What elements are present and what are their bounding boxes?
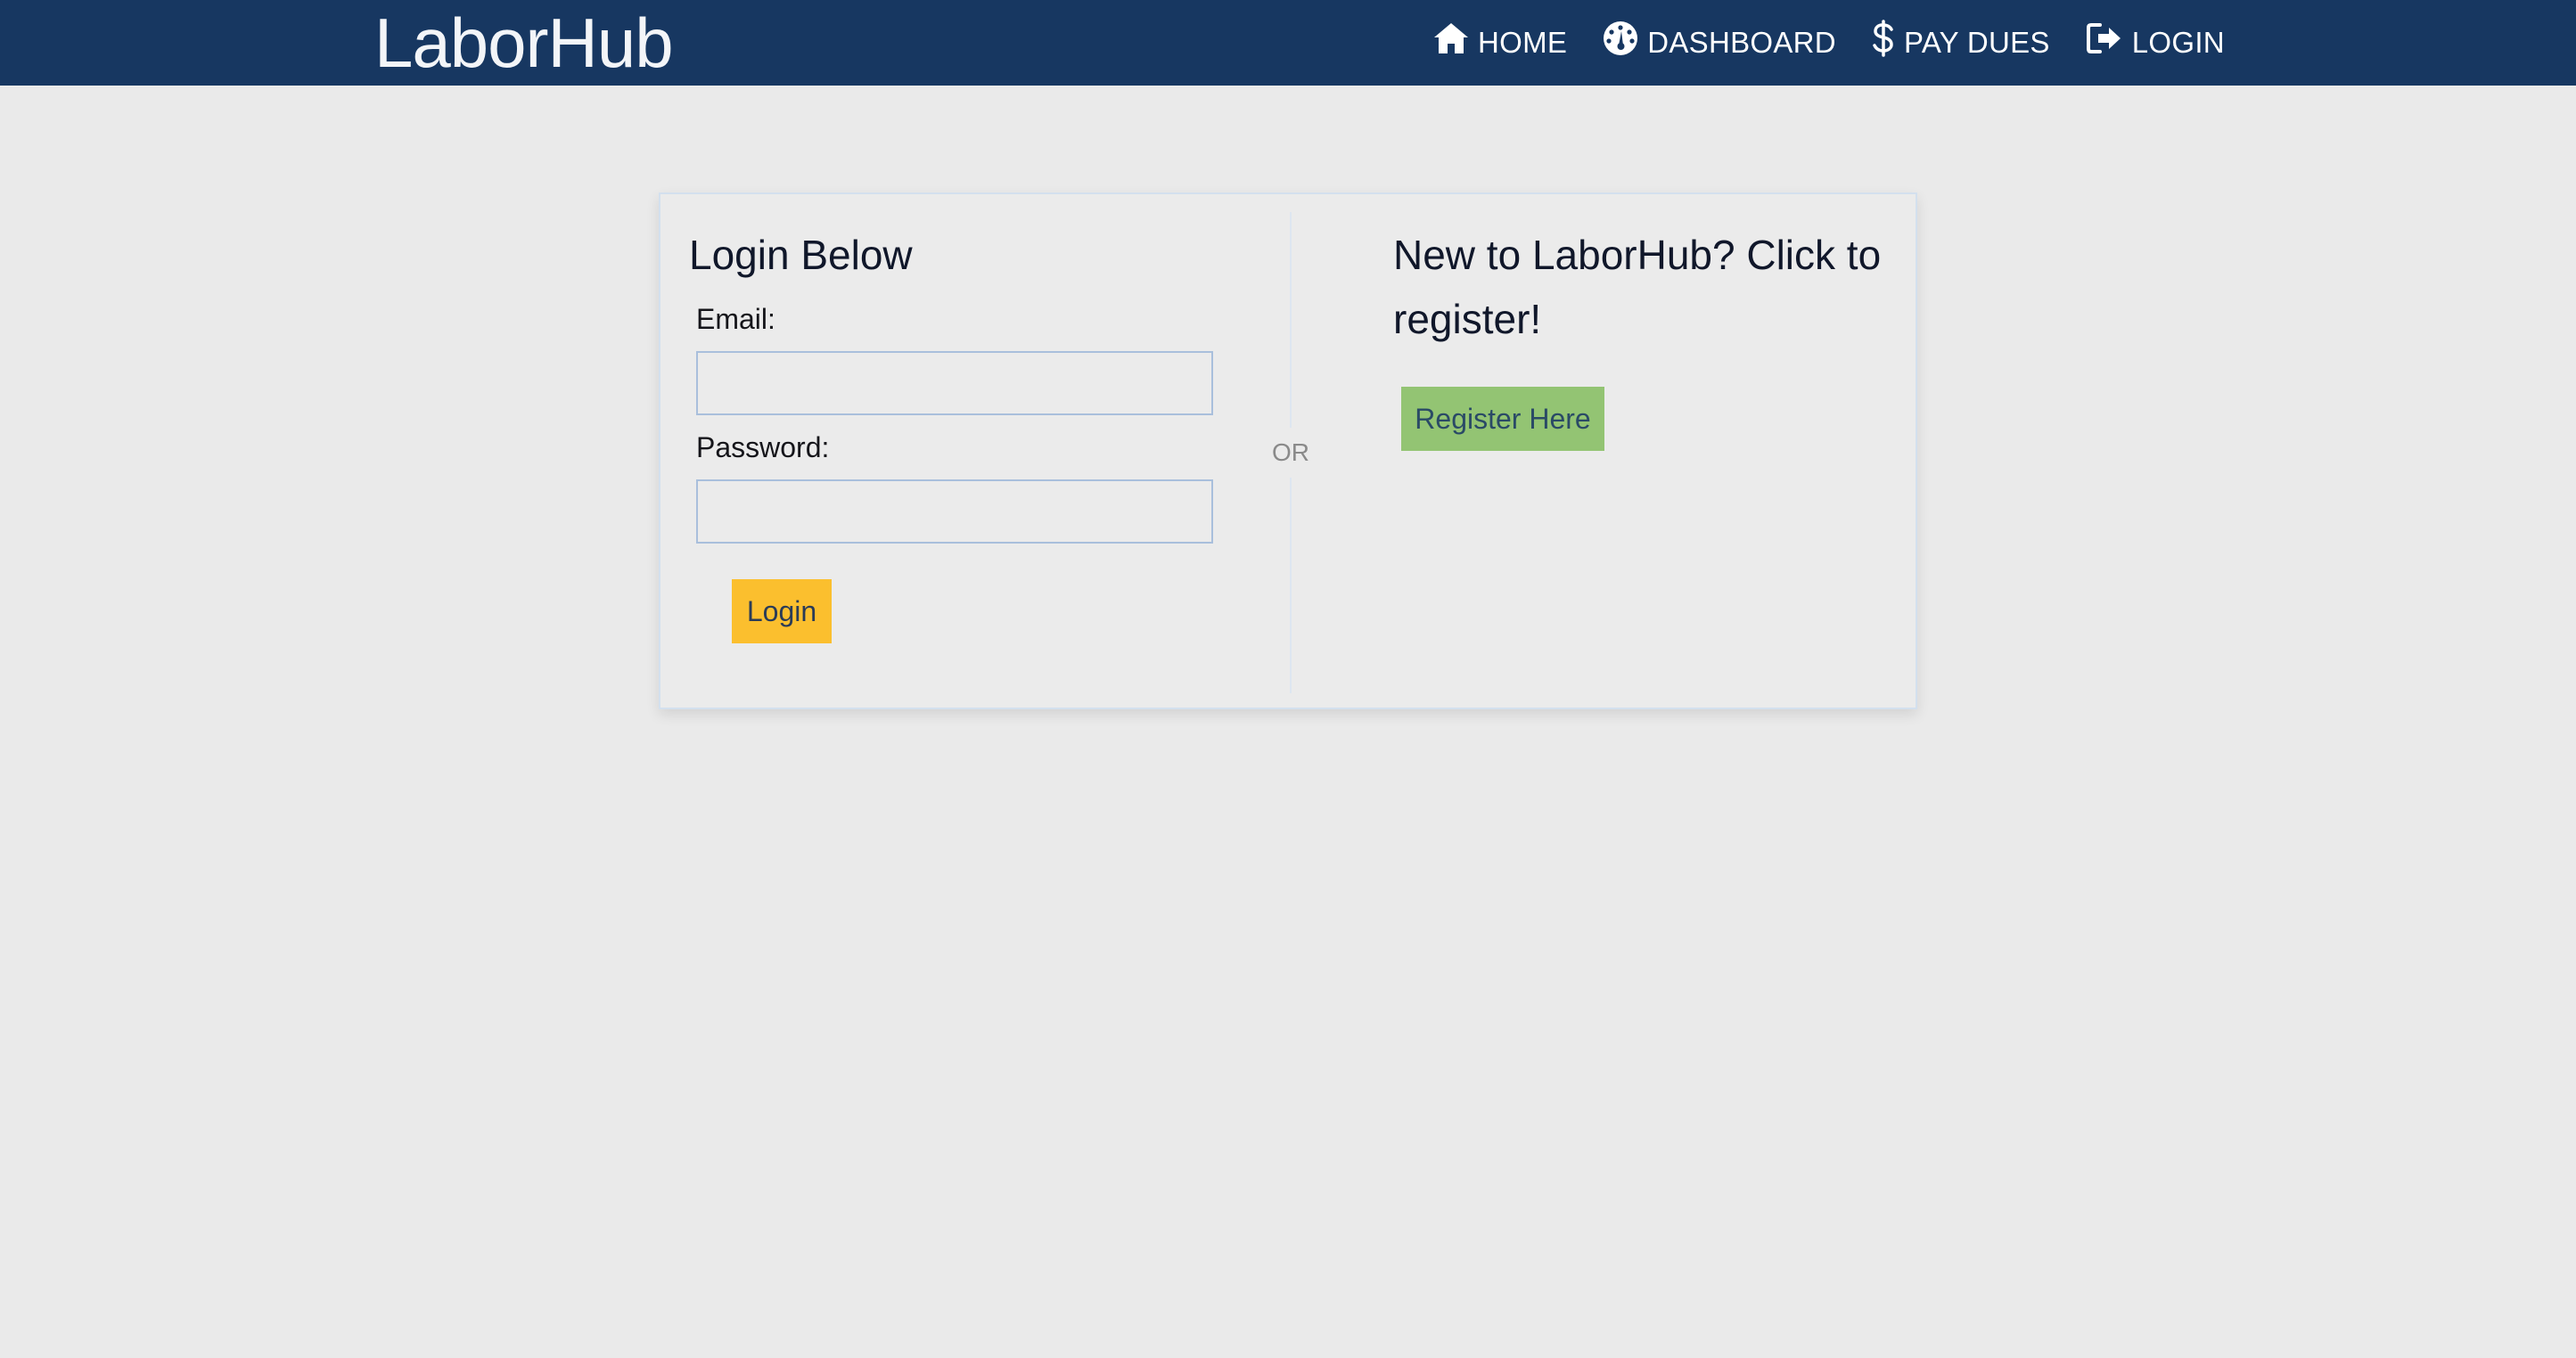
dashboard-icon	[1603, 20, 1638, 56]
login-card: Login Below Email: Password: Login OR Ne…	[659, 192, 1917, 709]
nav-pay-dues[interactable]: PAY DUES	[1872, 0, 2050, 86]
top-navbar: LaborHub HOME DASHBOARD PAY DUES LOGIN	[0, 0, 2576, 86]
password-field[interactable]	[696, 479, 1213, 544]
register-section: New to LaborHub? Click to register! Regi…	[1291, 194, 1917, 708]
register-title: New to LaborHub? Click to register!	[1393, 232, 1882, 342]
email-label: Email:	[696, 303, 775, 335]
password-label: Password:	[696, 431, 830, 463]
nav-dashboard-label: DASHBOARD	[1647, 26, 1836, 59]
home-icon	[1433, 22, 1469, 54]
login-section: Login Below Email: Password: Login	[660, 194, 1290, 708]
nav-dashboard[interactable]: DASHBOARD	[1603, 0, 1836, 86]
email-field[interactable]	[696, 351, 1213, 415]
login-title: Login Below	[689, 232, 913, 278]
nav-home-label: HOME	[1478, 26, 1568, 59]
nav-login-label: LOGIN	[2131, 26, 2225, 59]
nav-login[interactable]: LOGIN	[2086, 0, 2225, 86]
nav-pay-dues-label: PAY DUES	[1903, 26, 2050, 59]
brand-logo[interactable]: LaborHub	[374, 5, 674, 80]
nav-home[interactable]: HOME	[1433, 0, 1567, 86]
register-button[interactable]: Register Here	[1401, 387, 1604, 451]
login-button[interactable]: Login	[732, 579, 832, 643]
dollar-icon	[1872, 20, 1895, 57]
main-nav: HOME DASHBOARD PAY DUES LOGIN	[1433, 0, 2225, 86]
login-icon	[2086, 21, 2123, 55]
